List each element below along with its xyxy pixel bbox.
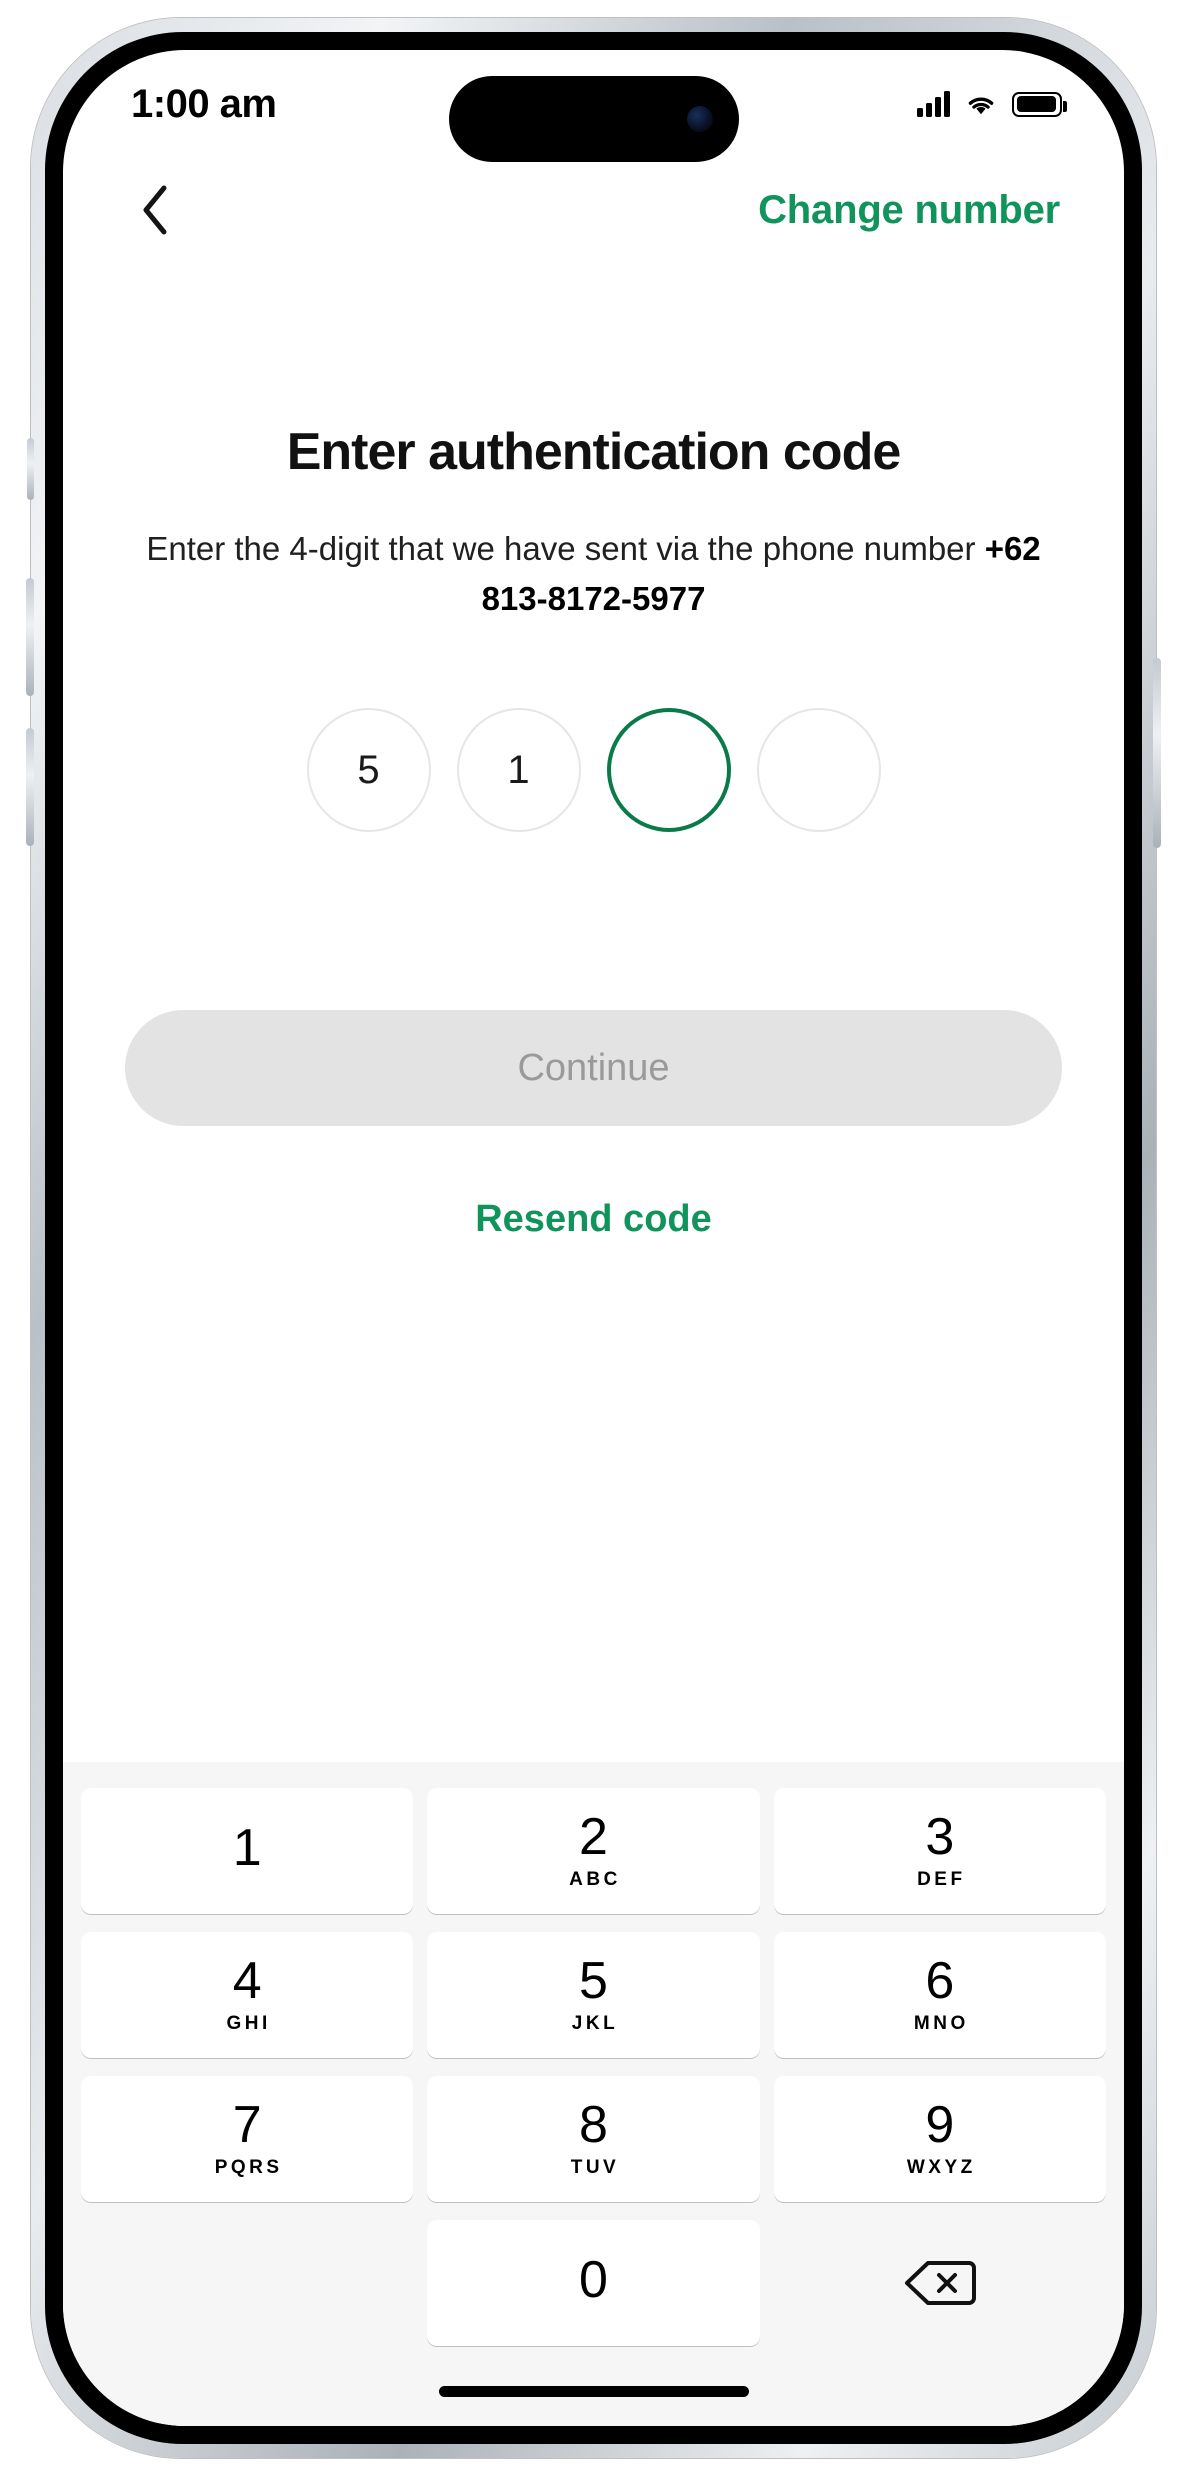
subtitle-instructions: Enter the 4-digit that we have sent via … (125, 524, 1062, 624)
dynamic-island (448, 76, 739, 162)
silent-switch-button[interactable] (27, 438, 34, 500)
keypad-key-letters: MNO (913, 2013, 969, 2034)
main-content: Enter authentication code Enter the 4-di… (63, 262, 1124, 1762)
app-header: Change number (63, 158, 1124, 262)
keypad-key-letters: WXYZ (906, 2157, 976, 2178)
keypad-key-8[interactable]: 8 TUV (427, 2076, 760, 2202)
keypad-key-7[interactable]: 7 PQRS (81, 2076, 414, 2202)
keypad-key-number: 5 (579, 1952, 608, 2010)
keypad-key-letters: PQRS (214, 2157, 283, 2178)
keypad-key-9[interactable]: 9 WXYZ (773, 2076, 1106, 2202)
cellular-signal-icon (917, 91, 950, 117)
keypad-key-number: 1 (232, 1819, 262, 1877)
keypad-key-letters: JKL (571, 2013, 619, 2034)
home-indicator-bar[interactable] (438, 2385, 749, 2397)
subtitle-prefix-text: Enter the 4-digit that we have sent via … (146, 530, 985, 567)
keypad-key-letters: GHI (226, 2013, 271, 2034)
resend-code-link[interactable]: Resend code (125, 1198, 1062, 1241)
keypad-key-4[interactable]: 4 GHI (81, 1932, 414, 2058)
keypad-key-2[interactable]: 2 ABC (427, 1788, 760, 1914)
keypad-key-number: 3 (925, 1808, 955, 1866)
battery-icon (1012, 91, 1067, 117)
wifi-icon (964, 91, 998, 117)
keypad-key-6[interactable]: 6 MNO (773, 1932, 1106, 2058)
status-bar-time: 1:00 am (131, 81, 277, 126)
phone-screen: 1:00 am Change number Enter authenticati… (63, 50, 1124, 2426)
keypad-grid: 1 2 ABC 3 DEF 4 GHI 5 JKL 6 MNO 7 PQRS 8… (81, 1788, 1106, 2346)
continue-button[interactable]: Continue (125, 1010, 1062, 1127)
keypad-key-blank (81, 2220, 413, 2346)
keypad-key-letters: TUV (570, 2157, 620, 2178)
volume-up-button[interactable] (26, 578, 34, 696)
chevron-left-icon (143, 185, 167, 235)
keypad-key-number: 6 (925, 1952, 955, 2010)
home-indicator-area (63, 2356, 1124, 2426)
otp-digit-1[interactable]: 5 (306, 708, 431, 833)
keypad-key-number: 2 (579, 1808, 608, 1866)
back-button[interactable] (127, 182, 183, 238)
backspace-icon (904, 2261, 976, 2305)
keypad-key-letters: DEF (917, 1869, 966, 1890)
keypad-key-number: 8 (579, 2096, 608, 2154)
phone-bezel: 1:00 am Change number Enter authenticati… (45, 32, 1142, 2444)
heading-enter-authentication-code: Enter authentication code (286, 423, 902, 481)
volume-down-button[interactable] (26, 728, 34, 846)
otp-digit-2[interactable]: 1 (456, 708, 581, 833)
numeric-keypad: 1 2 ABC 3 DEF 4 GHI 5 JKL 6 MNO 7 PQRS 8… (63, 1762, 1124, 2356)
keypad-key-3[interactable]: 3 DEF (773, 1788, 1106, 1914)
screenshot-stage: 1:00 am Change number Enter authenticati… (0, 0, 1187, 2476)
otp-digit-4[interactable] (756, 708, 881, 833)
keypad-key-number: 9 (925, 2096, 955, 2154)
otp-digit-3[interactable] (606, 708, 731, 833)
keypad-key-5[interactable]: 5 JKL (427, 1932, 760, 2058)
keypad-key-number: 4 (232, 1952, 262, 2010)
keypad-key-0[interactable]: 0 (427, 2220, 760, 2346)
keypad-key-number: 0 (579, 2251, 608, 2309)
power-button[interactable] (1153, 658, 1161, 848)
otp-input-group: 5 1 (125, 708, 1062, 833)
phone-frame: 1:00 am Change number Enter authenticati… (26, 18, 1161, 2458)
front-camera-icon (686, 106, 713, 132)
keypad-key-delete[interactable] (774, 2220, 1106, 2346)
keypad-key-letters: ABC (569, 1869, 621, 1890)
keypad-key-1[interactable]: 1 (81, 1788, 414, 1914)
page-title: Change number (758, 187, 1060, 232)
status-bar-icons (917, 91, 1067, 117)
keypad-key-number: 7 (232, 2096, 262, 2154)
